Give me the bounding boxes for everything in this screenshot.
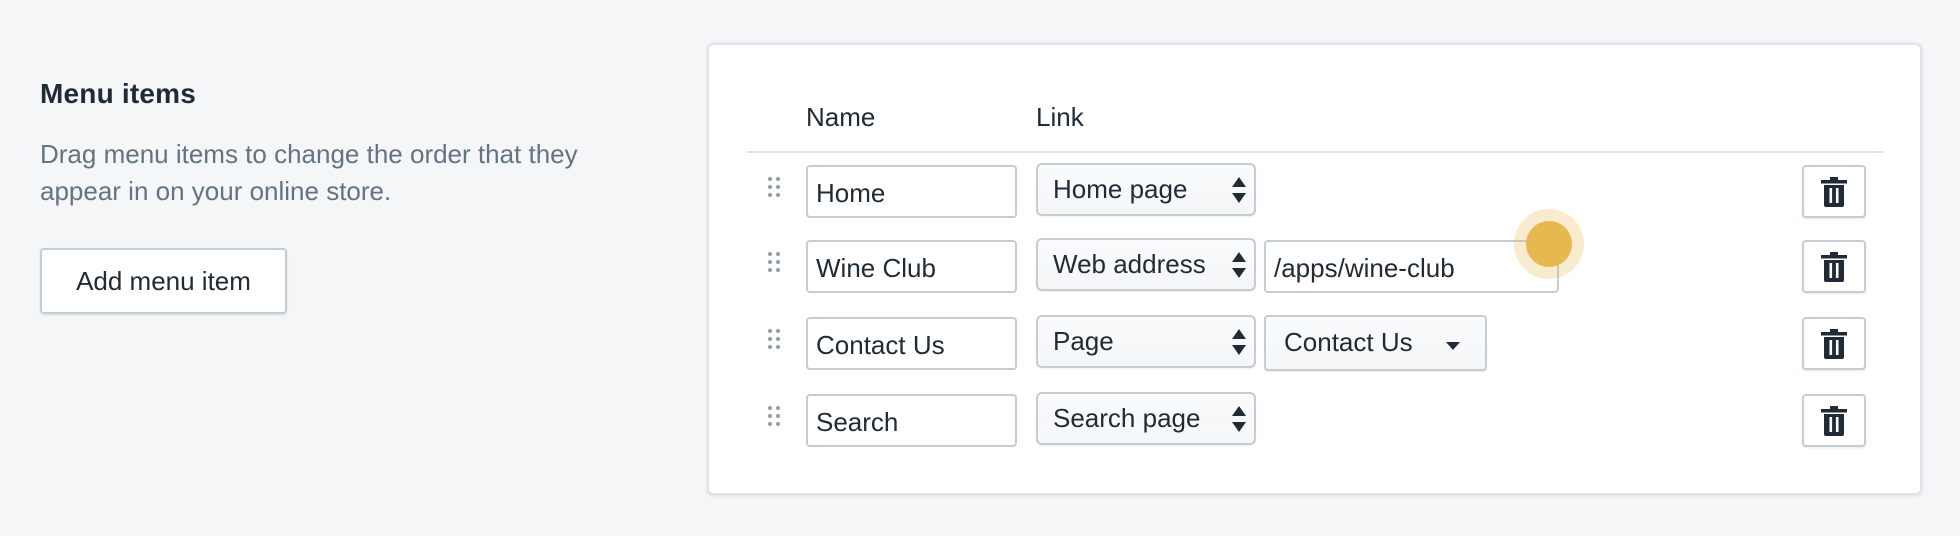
menu-item-name-input[interactable]	[806, 165, 1017, 218]
link-type-select[interactable]: Web address	[1036, 238, 1256, 291]
select-arrows-icon	[1232, 176, 1246, 204]
trash-icon	[1821, 176, 1847, 207]
menu-item-row: Search page	[709, 392, 1920, 450]
section-description: Drag menu items to change the order that…	[40, 139, 578, 206]
menu-item-row: Web address	[709, 238, 1920, 296]
drag-handle-icon[interactable]	[768, 329, 780, 351]
column-header-link: Link	[1036, 102, 1084, 132]
delete-menu-item-button[interactable]	[1802, 240, 1866, 293]
menu-item-name-input[interactable]	[806, 394, 1017, 447]
menu-item-row: Home page	[709, 163, 1920, 221]
section-title: Menu items	[40, 78, 197, 109]
drag-handle-icon[interactable]	[768, 406, 780, 428]
select-arrows-icon	[1232, 251, 1246, 279]
page-picker-value: Contact Us	[1284, 327, 1413, 357]
delete-menu-item-button[interactable]	[1802, 165, 1866, 218]
add-menu-item-button[interactable]: Add menu item	[40, 248, 287, 314]
select-arrows-icon	[1232, 405, 1246, 433]
menu-item-name-input[interactable]	[806, 240, 1017, 293]
column-header-name: Name	[806, 102, 876, 132]
trash-icon	[1821, 405, 1847, 436]
menu-item-name-input[interactable]	[806, 317, 1017, 370]
link-type-value: Web address	[1053, 249, 1206, 279]
link-type-select[interactable]: Home page	[1036, 163, 1256, 216]
link-type-select[interactable]: Search page	[1036, 392, 1256, 445]
link-type-value: Search page	[1053, 403, 1201, 433]
menu-items-card: Name Link Home page Web address	[707, 43, 1922, 495]
page-picker-dropdown[interactable]: Contact Us	[1264, 315, 1487, 371]
link-type-select[interactable]: Page	[1036, 315, 1256, 368]
drag-handle-icon[interactable]	[768, 252, 780, 274]
menu-items-section: Menu items Drag menu items to change the…	[40, 78, 660, 314]
link-type-value: Home page	[1053, 174, 1188, 204]
link-type-value: Page	[1053, 326, 1114, 356]
delete-menu-item-button[interactable]	[1802, 394, 1866, 447]
trash-icon	[1821, 251, 1847, 282]
header-divider	[747, 151, 1883, 153]
cursor-highlight	[1514, 209, 1584, 279]
select-arrows-icon	[1232, 328, 1246, 356]
caret-down-icon	[1446, 342, 1460, 350]
trash-icon	[1821, 328, 1847, 359]
delete-menu-item-button[interactable]	[1802, 317, 1866, 370]
menu-item-row: Page Contact Us	[709, 315, 1920, 373]
drag-handle-icon[interactable]	[768, 177, 780, 199]
